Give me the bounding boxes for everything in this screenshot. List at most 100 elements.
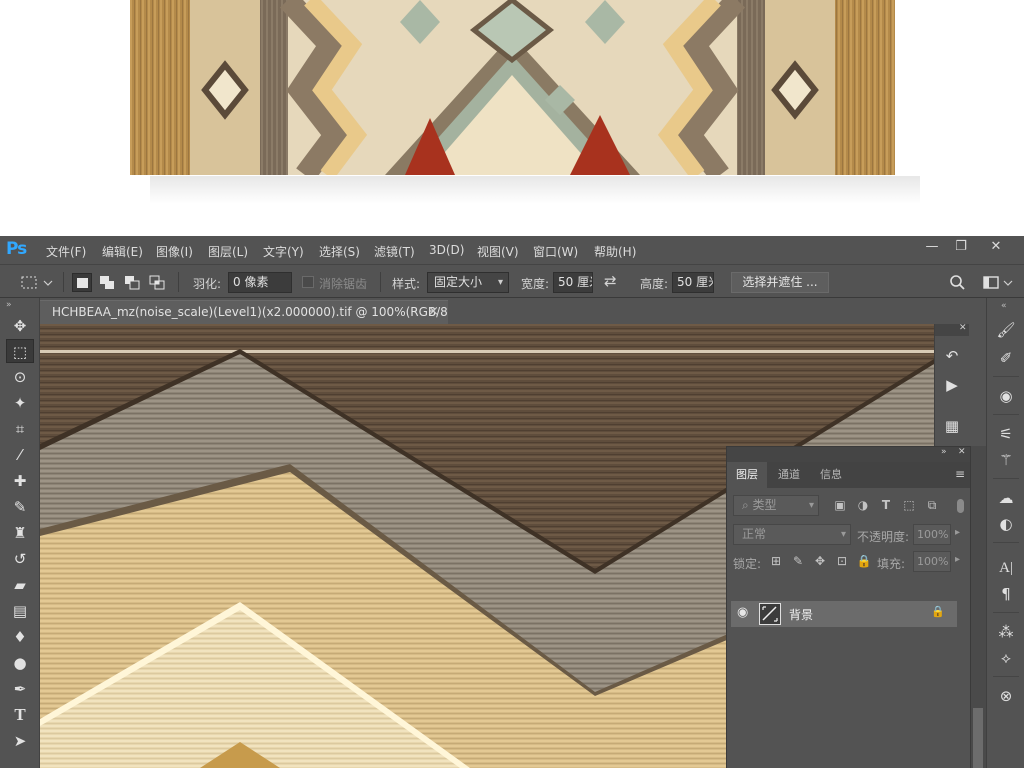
- paths-icon[interactable]: ⟡: [992, 646, 1020, 670]
- menu-window[interactable]: 窗口(W): [533, 243, 578, 260]
- lock-artboard-icon[interactable]: ⊡: [834, 553, 850, 569]
- subtract-selection-button[interactable]: [122, 273, 142, 292]
- antialias-checkbox[interactable]: [302, 276, 314, 288]
- height-input[interactable]: 50 厘米: [672, 272, 714, 293]
- layer-row-background[interactable]: ◉ 背景 🔒: [731, 601, 957, 627]
- tab-channels[interactable]: 通道: [769, 462, 809, 488]
- close-tab-icon[interactable]: ×: [428, 301, 439, 323]
- chevron-down-icon: ▾: [497, 277, 503, 288]
- type-filter-icon[interactable]: T: [878, 497, 894, 513]
- close-window-button[interactable]: ✕: [979, 238, 1013, 258]
- marquee-preset-picker[interactable]: [20, 273, 54, 292]
- adjustment-filter-icon[interactable]: ◑: [855, 497, 871, 513]
- tool-preset-icon[interactable]: ✐: [992, 346, 1020, 370]
- blend-mode-select[interactable]: 正常 ▾: [733, 524, 851, 545]
- lock-position-icon[interactable]: ✥: [812, 553, 828, 569]
- channels-icon[interactable]: ⁂: [992, 620, 1020, 644]
- brush-settings-icon[interactable]: ⚚: [992, 448, 1020, 472]
- dodge-tool[interactable]: ●: [6, 651, 34, 675]
- marquee-tool[interactable]: ⬚: [6, 339, 34, 363]
- blend-mode-value: 正常: [742, 527, 767, 541]
- gradient-tool[interactable]: ▤: [6, 599, 34, 623]
- layer-name: 背景: [789, 608, 814, 622]
- menu-image[interactable]: 图像(I): [156, 243, 193, 260]
- tab-info[interactable]: 信息: [811, 462, 851, 488]
- adjustments-icon[interactable]: ⚟: [992, 422, 1020, 446]
- dock-separator: [993, 612, 1019, 613]
- menu-select[interactable]: 选择(S): [319, 243, 360, 260]
- color-palette-icon[interactable]: ◉: [992, 384, 1020, 408]
- stamp-tool[interactable]: ♜: [6, 521, 34, 545]
- move-tool[interactable]: ✥: [6, 314, 34, 338]
- width-input[interactable]: 50 厘米: [553, 272, 593, 293]
- grid-icon[interactable]: ▦: [940, 414, 964, 438]
- dock-separator: [993, 376, 1019, 377]
- photoshop-window: Ps 文件(F) 编辑(E) 图像(I) 图层(L) 文字(Y) 选择(S) 滤…: [0, 236, 1024, 768]
- swap-dimensions-icon[interactable]: ⇄: [604, 272, 617, 290]
- menu-layer[interactable]: 图层(L): [208, 243, 248, 260]
- mini-panel-close-icon[interactable]: ✕: [959, 323, 967, 333]
- smart-object-filter-icon[interactable]: ⧉: [924, 497, 940, 513]
- lock-transparent-icon[interactable]: ⊞: [768, 553, 784, 569]
- layer-thumbnail-icon: [762, 606, 778, 622]
- fill-chevron-icon[interactable]: ▸: [955, 554, 960, 565]
- workspace-switcher-icon[interactable]: [982, 273, 1016, 293]
- menu-view[interactable]: 视图(V): [477, 243, 519, 260]
- shape-filter-icon[interactable]: ⬚: [901, 497, 917, 513]
- libraries-icon[interactable]: ☁: [992, 486, 1020, 510]
- actions-play-icon[interactable]: ▶: [940, 373, 964, 397]
- type-tool[interactable]: T: [6, 703, 34, 727]
- blur-tool[interactable]: ♦: [6, 625, 34, 649]
- opacity-input[interactable]: 100%: [913, 524, 951, 545]
- healing-tool[interactable]: ✚: [6, 469, 34, 493]
- search-icon[interactable]: [948, 273, 968, 293]
- history-icon[interactable]: ↶: [940, 344, 964, 368]
- document-tab-title: HCHBEAA_mz(noise_scale)(Level1)(x2.00000…: [52, 305, 448, 319]
- layers-scrollbar-thumb[interactable]: [973, 708, 983, 768]
- menu-type[interactable]: 文字(Y): [263, 243, 304, 260]
- layers-scrollbar[interactable]: [970, 446, 986, 768]
- crop-tool[interactable]: ⌗: [6, 417, 34, 441]
- path-select-tool[interactable]: ➤: [6, 729, 34, 753]
- search-icon-svg: [950, 275, 965, 290]
- properties-icon[interactable]: ⊗: [992, 684, 1020, 708]
- styles-icon[interactable]: ◐: [992, 512, 1020, 536]
- feather-input[interactable]: 0 像素: [228, 272, 292, 293]
- fill-input[interactable]: 100%: [913, 551, 951, 572]
- add-selection-button[interactable]: [97, 273, 117, 292]
- close-panel-icon[interactable]: ✕: [958, 447, 966, 457]
- brush-preset-icon[interactable]: 🖌: [992, 318, 1020, 342]
- menu-file[interactable]: 文件(F): [46, 243, 86, 260]
- history-brush-tool[interactable]: ↺: [6, 547, 34, 571]
- new-selection-button[interactable]: [72, 273, 92, 292]
- eyedropper-tool[interactable]: ⁄: [6, 443, 34, 467]
- character-icon[interactable]: A|: [992, 556, 1020, 580]
- dock-collapse-icon[interactable]: «: [1001, 301, 1007, 311]
- menu-help[interactable]: 帮助(H): [594, 243, 636, 260]
- lock-all-icon[interactable]: 🔒: [856, 553, 872, 569]
- pixel-filter-icon[interactable]: ▣: [832, 497, 848, 513]
- restore-button[interactable]: ❐: [944, 238, 978, 258]
- collapse-panel-icon[interactable]: »: [941, 447, 947, 457]
- menu-filter[interactable]: 滤镜(T): [374, 243, 415, 260]
- style-select[interactable]: 固定大小 ▾: [427, 272, 509, 293]
- toolbox-collapse-icon[interactable]: »: [6, 300, 12, 310]
- pen-tool[interactable]: ✒: [6, 677, 34, 701]
- panel-menu-icon[interactable]: ≡: [955, 467, 965, 481]
- tab-layers[interactable]: 图层: [727, 462, 767, 488]
- layer-filter-select[interactable]: ⌕ 类型 ▾: [733, 495, 819, 516]
- select-and-mask-button[interactable]: 选择并遮住 ...: [731, 272, 829, 293]
- opacity-chevron-icon[interactable]: ▸: [955, 527, 960, 538]
- lasso-tool[interactable]: ⊙: [6, 365, 34, 389]
- intersect-selection-button[interactable]: [147, 273, 167, 292]
- lock-pixels-icon[interactable]: ✎: [790, 553, 806, 569]
- visibility-eye-icon[interactable]: ◉: [737, 605, 748, 620]
- menu-edit[interactable]: 编辑(E): [102, 243, 143, 260]
- brush-tool[interactable]: ✎: [6, 495, 34, 519]
- menu-3d[interactable]: 3D(D): [429, 243, 464, 257]
- document-tab[interactable]: HCHBEAA_mz(noise_scale)(Level1)(x2.00000…: [40, 300, 448, 324]
- paragraph-icon[interactable]: ¶: [992, 582, 1020, 606]
- magic-wand-tool[interactable]: ✦: [6, 391, 34, 415]
- filter-toggle[interactable]: [957, 499, 964, 513]
- eraser-tool[interactable]: ▰: [6, 573, 34, 597]
